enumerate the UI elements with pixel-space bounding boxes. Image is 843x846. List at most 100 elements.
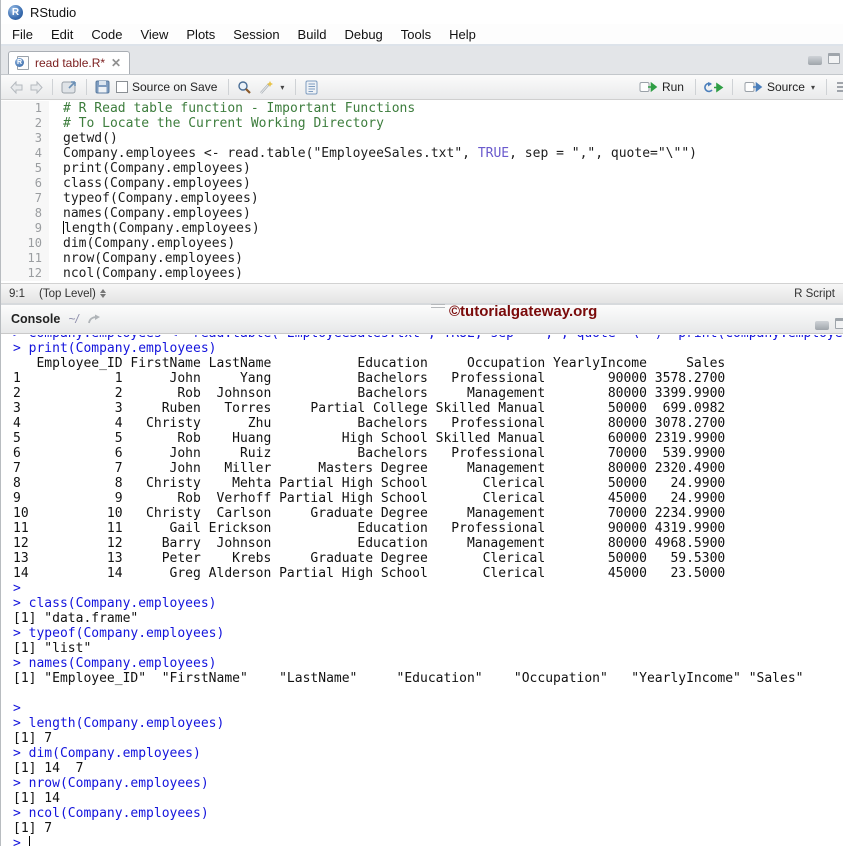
console-line: 2 2 Rob Johnson Bachelors Management 800… bbox=[13, 386, 726, 401]
editor-tab-read-table[interactable]: read table.R* ✕ bbox=[8, 51, 131, 74]
scope-updown-icon bbox=[99, 289, 106, 298]
rstudio-logo-icon: R bbox=[8, 4, 23, 20]
rerun-icon[interactable] bbox=[704, 81, 724, 94]
line-number: 9 bbox=[1, 221, 49, 236]
menu-tools[interactable]: Tools bbox=[392, 25, 440, 44]
line-code: nrow(Company.employees) bbox=[63, 251, 244, 266]
menu-session[interactable]: Session bbox=[224, 25, 288, 44]
console-line: > nrow(Company.employees) bbox=[13, 776, 209, 791]
console-line: > print(Company.employees) bbox=[13, 341, 217, 356]
console-line: > dim(Company.employees) bbox=[13, 746, 201, 761]
menu-build[interactable]: Build bbox=[289, 25, 336, 44]
source-on-save-toggle[interactable]: Source on Save bbox=[113, 78, 220, 96]
console-line: 4 4 Christy Zhu Bachelors Professional 8… bbox=[13, 416, 726, 431]
document-outline-icon[interactable] bbox=[835, 81, 843, 94]
r-file-icon bbox=[15, 56, 29, 70]
line-number: 2 bbox=[1, 116, 49, 131]
line-code: length(Company.employees) bbox=[63, 221, 260, 236]
forward-icon[interactable] bbox=[28, 80, 44, 94]
console-line: > names(Company.employees) bbox=[13, 656, 217, 671]
compile-report-icon[interactable] bbox=[304, 80, 319, 95]
console-line: [1] "list" bbox=[13, 641, 92, 656]
console-line: > bbox=[13, 581, 29, 596]
menu-file[interactable]: File bbox=[3, 25, 42, 44]
menu-plots[interactable]: Plots bbox=[177, 25, 224, 44]
menu-view[interactable]: View bbox=[131, 25, 177, 44]
line-number: 11 bbox=[1, 251, 49, 266]
line-number: 5 bbox=[1, 161, 49, 176]
console-line: [1] 7 bbox=[13, 821, 53, 836]
run-label: Run bbox=[661, 80, 684, 94]
line-number: 8 bbox=[1, 206, 49, 221]
line-number: 4 bbox=[1, 146, 49, 161]
console-line: 8 8 Christy Mehta Partial High School Cl… bbox=[13, 476, 726, 491]
console-line: 3 3 Ruben Torres Partial College Skilled… bbox=[13, 401, 726, 416]
console-line: 12 12 Barry Johnson Education Management… bbox=[13, 536, 726, 551]
console-line: [1] 14 bbox=[13, 791, 60, 806]
console-line: > bbox=[13, 836, 843, 846]
console-line: [1] "data.frame" bbox=[13, 611, 139, 626]
menu-edit[interactable]: Edit bbox=[42, 25, 82, 44]
chevron-down-icon[interactable]: ▾ bbox=[811, 83, 815, 92]
console-line: [1] 7 bbox=[13, 731, 53, 746]
line-number: 7 bbox=[1, 191, 49, 206]
console-line: [1] 14 7 bbox=[13, 761, 84, 776]
find-icon[interactable] bbox=[237, 80, 252, 95]
console-line: [1] "Employee_ID" "FirstName" "LastName"… bbox=[13, 671, 804, 686]
line-number: 12 bbox=[1, 266, 49, 281]
minimize-pane-icon[interactable] bbox=[808, 56, 822, 65]
goto-directory-icon[interactable] bbox=[87, 314, 102, 325]
menu-debug[interactable]: Debug bbox=[335, 25, 391, 44]
line-code: # To Locate the Current Working Director… bbox=[63, 116, 384, 131]
menu-code[interactable]: Code bbox=[82, 25, 131, 44]
open-in-new-window-icon[interactable] bbox=[61, 80, 78, 94]
line-number: 10 bbox=[1, 236, 49, 251]
save-icon[interactable] bbox=[95, 80, 110, 94]
line-number: 6 bbox=[1, 176, 49, 191]
console-line: > typeof(Company.employees) bbox=[13, 626, 225, 641]
editor-tab-strip: read table.R* ✕ bbox=[1, 46, 843, 74]
line-number: 1 bbox=[1, 101, 49, 116]
source-button[interactable]: Source ▾ bbox=[741, 78, 818, 96]
menu-help[interactable]: Help bbox=[440, 25, 485, 44]
editor-line: 2 # To Locate the Current Working Directo… bbox=[1, 116, 843, 131]
line-code: getwd() bbox=[63, 131, 118, 146]
console-header: Console ~/ bbox=[1, 303, 843, 334]
console-line: 11 11 Gail Erickson Education Profession… bbox=[13, 521, 726, 536]
back-icon[interactable] bbox=[9, 80, 25, 94]
minimize-pane-icon[interactable] bbox=[815, 321, 829, 330]
editor-toolbar: Source on Save ▾ Run Source ▾ bbox=[1, 74, 843, 100]
rstudio-window: R RStudio File Edit Code View Plots Session Bu… bbox=[0, 0, 843, 846]
maximize-pane-icon[interactable] bbox=[828, 53, 840, 64]
code-editor[interactable]: 1 # R Read table function - Important Fun… bbox=[1, 100, 843, 283]
scope-selector[interactable]: (Top Level) bbox=[39, 288, 106, 300]
line-code: ncol(Company.employees) bbox=[63, 266, 244, 281]
pane-splitter-grip[interactable] bbox=[431, 304, 445, 308]
editor-line: 9 length(Company.employees) bbox=[1, 221, 843, 236]
source-on-save-label: Source on Save bbox=[132, 80, 218, 94]
maximize-pane-icon[interactable] bbox=[835, 318, 843, 329]
line-code: Company.employees <- read.table("Employe… bbox=[63, 146, 697, 161]
console-line: 13 13 Peter Krebs Graduate Degree Cleric… bbox=[13, 551, 726, 566]
console-line: 6 6 John Ruiz Bachelors Professional 700… bbox=[13, 446, 726, 461]
line-number: 3 bbox=[1, 131, 49, 146]
code-tools-button[interactable]: ▾ bbox=[255, 78, 287, 97]
source-label: Source bbox=[766, 80, 805, 94]
console-line: > class(Company.employees) bbox=[13, 596, 217, 611]
editor-line: 11 nrow(Company.employees) bbox=[1, 251, 843, 266]
line-code: print(Company.employees) bbox=[63, 161, 251, 176]
console-line: 14 14 Greg Alderson Partial High School … bbox=[13, 566, 726, 581]
console-output[interactable]: > Company.employees <- read.table("Emplo… bbox=[1, 334, 843, 846]
file-type-selector[interactable]: R Script bbox=[794, 288, 835, 300]
editor-line: 10 dim(Company.employees) bbox=[1, 236, 843, 251]
title-bar: R RStudio bbox=[1, 0, 843, 24]
editor-line: 12 ncol(Company.employees) bbox=[1, 266, 843, 281]
source-on-save-checkbox[interactable] bbox=[116, 81, 128, 93]
run-button[interactable]: Run bbox=[636, 78, 687, 96]
tab-close-icon[interactable]: ✕ bbox=[111, 57, 121, 69]
editor-line: 6 class(Company.employees) bbox=[1, 176, 843, 191]
watermark: ©tutorialgateway.org bbox=[449, 303, 598, 320]
console-line: 5 5 Rob Huang High School Skilled Manual… bbox=[13, 431, 726, 446]
line-code: class(Company.employees) bbox=[63, 176, 251, 191]
